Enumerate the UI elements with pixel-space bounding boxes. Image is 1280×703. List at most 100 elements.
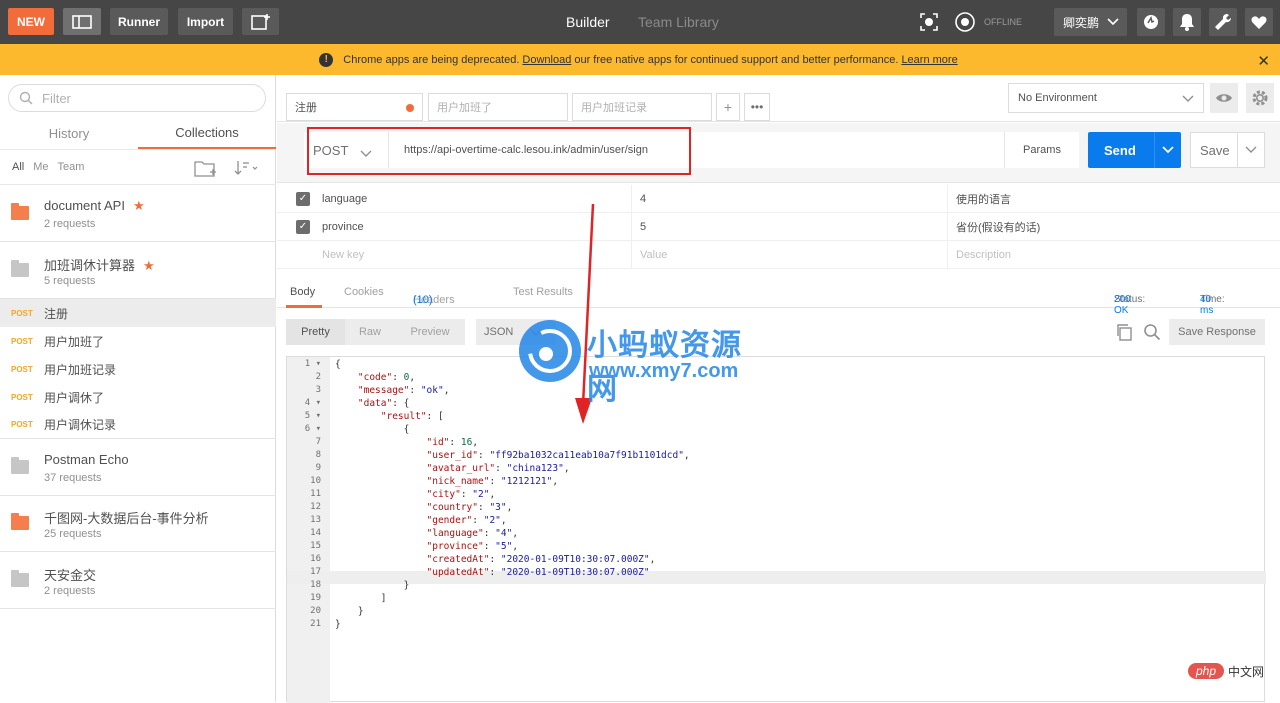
collection-name: 千图网-大数据后台-事件分析 — [44, 511, 209, 526]
collection-count: 37 requests — [44, 472, 102, 484]
sort-icon[interactable] — [234, 160, 260, 179]
close-banner-icon[interactable]: ✕ — [1257, 52, 1270, 70]
pretty-button[interactable]: Pretty — [286, 319, 345, 345]
line-number: 10 — [310, 476, 321, 486]
raw-button[interactable]: Raw — [345, 319, 395, 345]
tab-history[interactable]: History — [0, 117, 138, 149]
code-line: "avatar_url": "china123", — [426, 463, 570, 474]
user-menu[interactable]: 卿奕鹏 — [1054, 8, 1127, 36]
save-dropdown-icon[interactable] — [1237, 133, 1264, 167]
collection-item[interactable]: 千图网-大数据后台-事件分析 25 requests — [0, 496, 276, 552]
collection-item[interactable]: Postman Echo 37 requests — [0, 440, 276, 496]
filter-all[interactable]: All — [12, 161, 24, 173]
new-key-input[interactable]: New key — [322, 249, 364, 261]
param-description[interactable]: 省份(假设有的话) — [947, 212, 1040, 241]
tab-request[interactable]: 注册 — [286, 93, 423, 121]
tab-team-library[interactable]: Team Library — [638, 0, 719, 44]
request-item[interactable]: POST 用户加班记录 — [0, 355, 276, 383]
send-dropdown-icon[interactable] — [1154, 132, 1181, 168]
line-number: 13 — [310, 515, 321, 525]
body-param-row: ✓ province 5 省份(假设有的话) — [277, 212, 1280, 241]
environment-preview-button[interactable] — [1210, 83, 1238, 113]
tab-request[interactable]: 用户加班了 — [428, 93, 568, 121]
environment-select[interactable]: No Environment — [1008, 83, 1204, 113]
new-value-input[interactable]: Value — [631, 240, 667, 269]
line-number: 15 — [310, 541, 321, 551]
preview-button[interactable]: Preview — [395, 319, 465, 345]
copy-icon[interactable] — [1115, 323, 1133, 344]
line-number: 12 — [310, 502, 321, 512]
download-link[interactable]: Download — [522, 54, 571, 66]
collection-item[interactable]: document API ★ 2 requests — [0, 186, 276, 242]
code-line: "city": "2", — [426, 489, 496, 500]
import-button[interactable]: Import — [178, 8, 233, 35]
request-item[interactable]: POST 用户调休记录 — [0, 411, 276, 439]
sidebar-tabs: History Collections — [0, 117, 276, 149]
settings-wrench-icon[interactable] — [1209, 8, 1237, 36]
param-value[interactable]: 5 — [631, 212, 646, 241]
tab-cookies[interactable]: Cookies — [344, 286, 384, 298]
new-description-input[interactable]: Description — [947, 240, 1011, 269]
toggle-sidebar-button[interactable] — [63, 8, 101, 35]
tab-body[interactable]: Body — [290, 286, 315, 298]
more-tabs-button[interactable]: ••• — [744, 93, 770, 121]
code-line: { — [335, 359, 341, 370]
sidebar: Filter History Collections All Me Team d… — [0, 75, 276, 702]
code-line: "gender": "2", — [426, 515, 507, 526]
tab-label: 用户加班了 — [437, 102, 492, 114]
filter-input[interactable]: Filter — [8, 84, 266, 112]
deprecation-banner: ! Chrome apps are being deprecated. Down… — [0, 44, 1280, 75]
tab-builder[interactable]: Builder — [566, 0, 610, 44]
line-number: 21 — [310, 619, 321, 629]
line-number: 18 — [310, 580, 321, 590]
tab-test-results[interactable]: Test Results — [513, 286, 573, 298]
params-button[interactable]: Params — [1004, 132, 1079, 168]
new-button[interactable]: NEW — [8, 8, 54, 35]
filter-team[interactable]: Team — [58, 161, 85, 173]
line-number: 19 — [310, 593, 321, 603]
collection-item[interactable]: 天安金交 2 requests — [0, 553, 276, 609]
request-item[interactable]: POST 注册 — [0, 299, 276, 327]
new-param-row: New key Value Description — [277, 240, 1280, 269]
param-key[interactable]: language — [322, 193, 367, 205]
sync-icon[interactable] — [951, 8, 979, 36]
code-line: "code": 0, — [357, 372, 416, 383]
tab-request[interactable]: 用户加班记录 — [572, 93, 712, 121]
tab-collections[interactable]: Collections — [138, 117, 276, 149]
param-key[interactable]: province — [322, 221, 364, 233]
heart-icon[interactable] — [1245, 8, 1273, 36]
row-checkbox[interactable]: ✓ — [296, 219, 310, 234]
collection-name: Postman Echo — [44, 452, 129, 467]
headers-count: (10) — [413, 294, 433, 306]
response-body-editor[interactable]: 1 ▾ {2 "code": 0, 3 "message": "ok", 4 ▾ "d… — [286, 356, 1266, 703]
ant-logo-icon — [519, 320, 581, 382]
search-response-icon[interactable] — [1143, 323, 1161, 344]
request-item[interactable]: POST 用户加班了 — [0, 327, 276, 355]
save-response-button[interactable]: Save Response — [1169, 319, 1265, 345]
param-value[interactable]: 4 — [631, 184, 646, 213]
new-window-button[interactable] — [242, 8, 279, 35]
param-description[interactable]: 使用的语言 — [947, 184, 1011, 213]
row-checkbox[interactable]: ✓ — [296, 191, 310, 206]
notifications-icon[interactable] — [1173, 8, 1201, 36]
save-button[interactable]: Save — [1190, 132, 1265, 168]
interceptor-icon[interactable] — [1137, 8, 1165, 36]
request-name: 注册 — [44, 306, 69, 321]
runner-button[interactable]: Runner — [110, 8, 168, 35]
new-collection-icon[interactable] — [194, 159, 218, 180]
code-line: "result": [ — [380, 411, 444, 422]
add-tab-button[interactable]: + — [716, 93, 740, 121]
line-number: 9 — [315, 463, 321, 473]
folder-icon — [11, 570, 29, 587]
banner-text-after: our free native apps for continued suppo… — [574, 53, 899, 66]
manage-environments-button[interactable] — [1246, 83, 1274, 113]
learn-more-link[interactable]: Learn more — [901, 54, 957, 66]
star-icon[interactable]: ★ — [143, 258, 155, 273]
capture-icon[interactable] — [915, 8, 943, 36]
collection-item[interactable]: 加班调休计算器 ★ 5 requests — [0, 243, 276, 299]
filter-me[interactable]: Me — [33, 161, 48, 173]
star-icon[interactable]: ★ — [133, 198, 145, 213]
request-item[interactable]: POST 用户调休了 — [0, 383, 276, 411]
offline-status: OFFLINE — [984, 17, 1023, 27]
send-button[interactable]: Send — [1088, 132, 1181, 168]
